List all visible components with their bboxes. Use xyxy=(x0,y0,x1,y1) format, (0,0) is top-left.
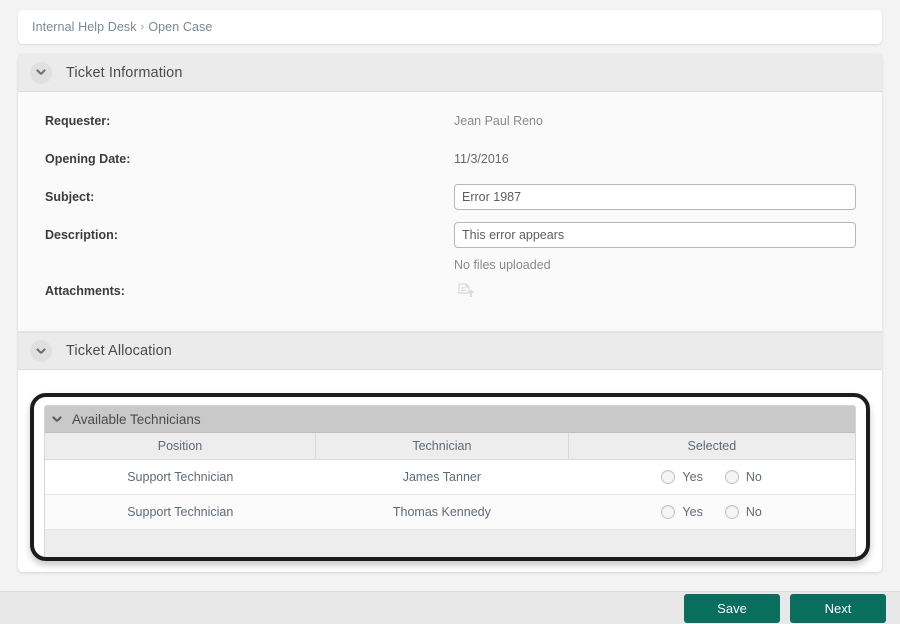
cell-selected: Yes No xyxy=(568,494,855,530)
radio-button-icon[interactable] xyxy=(724,469,739,484)
field-row-attachments: Attachments: No files uploaded xyxy=(18,258,882,318)
section-header-ticket-information[interactable]: Ticket Information xyxy=(18,54,882,92)
table-header-row: Position Technician Selected xyxy=(45,433,855,460)
radio-button-icon[interactable] xyxy=(661,469,676,484)
description-input[interactable] xyxy=(454,222,856,248)
subject-label: Subject: xyxy=(45,190,95,204)
table-footer-cell xyxy=(315,529,569,557)
cell-position: Support Technician xyxy=(45,459,316,495)
available-technicians-header[interactable]: Available Technicians xyxy=(45,406,855,433)
column-header-selected[interactable]: Selected xyxy=(568,433,855,460)
cell-technician: James Tanner xyxy=(315,459,569,495)
field-row-description: Description: xyxy=(18,220,882,258)
cell-position: Support Technician xyxy=(45,494,316,530)
radio-yes-label: Yes xyxy=(682,504,703,519)
section-title-ticket-information: Ticket Information xyxy=(66,64,183,81)
radio-button-icon[interactable] xyxy=(724,504,739,519)
chevron-down-icon[interactable] xyxy=(30,340,52,362)
table-footer-cell xyxy=(568,529,855,557)
ticket-information-body: Requester: Jean Paul Reno Opening Date: … xyxy=(18,92,882,332)
footer-action-bar: Save Next xyxy=(0,591,900,624)
column-header-technician[interactable]: Technician xyxy=(315,433,569,460)
technicians-table: Position Technician Selected Support Tec… xyxy=(45,433,855,557)
section-header-ticket-allocation[interactable]: Ticket Allocation xyxy=(18,332,882,370)
radio-yes-label: Yes xyxy=(682,469,703,484)
cell-technician: Thomas Kennedy xyxy=(315,494,569,530)
chevron-down-icon[interactable] xyxy=(30,61,52,84)
field-row-subject: Subject: xyxy=(18,182,882,220)
opening-date-label: Opening Date: xyxy=(45,152,131,166)
subject-input[interactable] xyxy=(454,184,856,210)
radio-no-label: No xyxy=(745,504,762,519)
breadcrumb-current: Open Case xyxy=(148,20,213,34)
table-footer-row xyxy=(45,529,855,557)
next-button[interactable]: Next xyxy=(790,593,886,623)
field-row-opening-date: Opening Date: 11/3/2016 xyxy=(18,144,882,182)
page-root: Internal Help Desk › Open Case Ticket In… xyxy=(0,0,900,624)
file-upload-icon[interactable] xyxy=(456,282,476,307)
available-technicians-title: Available Technicians xyxy=(72,411,201,427)
radio-yes-row-0[interactable]: Yes xyxy=(661,469,703,484)
requester-label: Requester: xyxy=(45,114,111,128)
table-row: Support Technician James Tanner Yes No xyxy=(45,459,855,495)
available-technicians-panel: Available Technicians Position Technicia… xyxy=(44,405,856,558)
requester-value: Jean Paul Reno xyxy=(454,114,543,128)
attachments-label: Attachments: xyxy=(45,284,125,298)
opening-date-value: 11/3/2016 xyxy=(454,152,509,166)
table-footer-cell xyxy=(45,529,316,557)
table-row: Support Technician Thomas Kennedy Yes No xyxy=(45,494,855,530)
radio-yes-row-1[interactable]: Yes xyxy=(661,504,703,519)
radio-no-row-0[interactable]: No xyxy=(724,469,762,484)
attachments-value: No files uploaded xyxy=(454,258,551,272)
radio-no-label: No xyxy=(745,469,762,484)
chevron-down-icon[interactable] xyxy=(53,415,62,424)
main-content-card: Ticket Information Requester: Jean Paul … xyxy=(18,54,882,572)
column-header-position[interactable]: Position xyxy=(45,433,317,460)
breadcrumb-separator-icon: › xyxy=(140,21,145,33)
radio-no-row-1[interactable]: No xyxy=(724,504,762,519)
section-title-ticket-allocation: Ticket Allocation xyxy=(66,343,172,359)
field-row-requester: Requester: Jean Paul Reno xyxy=(18,106,882,144)
save-button[interactable]: Save xyxy=(684,593,780,623)
breadcrumb: Internal Help Desk › Open Case xyxy=(18,10,882,44)
radio-button-icon[interactable] xyxy=(661,504,676,519)
cell-selected: Yes No xyxy=(568,459,855,495)
breadcrumb-root-link[interactable]: Internal Help Desk xyxy=(32,20,137,34)
description-label: Description: xyxy=(45,228,118,242)
